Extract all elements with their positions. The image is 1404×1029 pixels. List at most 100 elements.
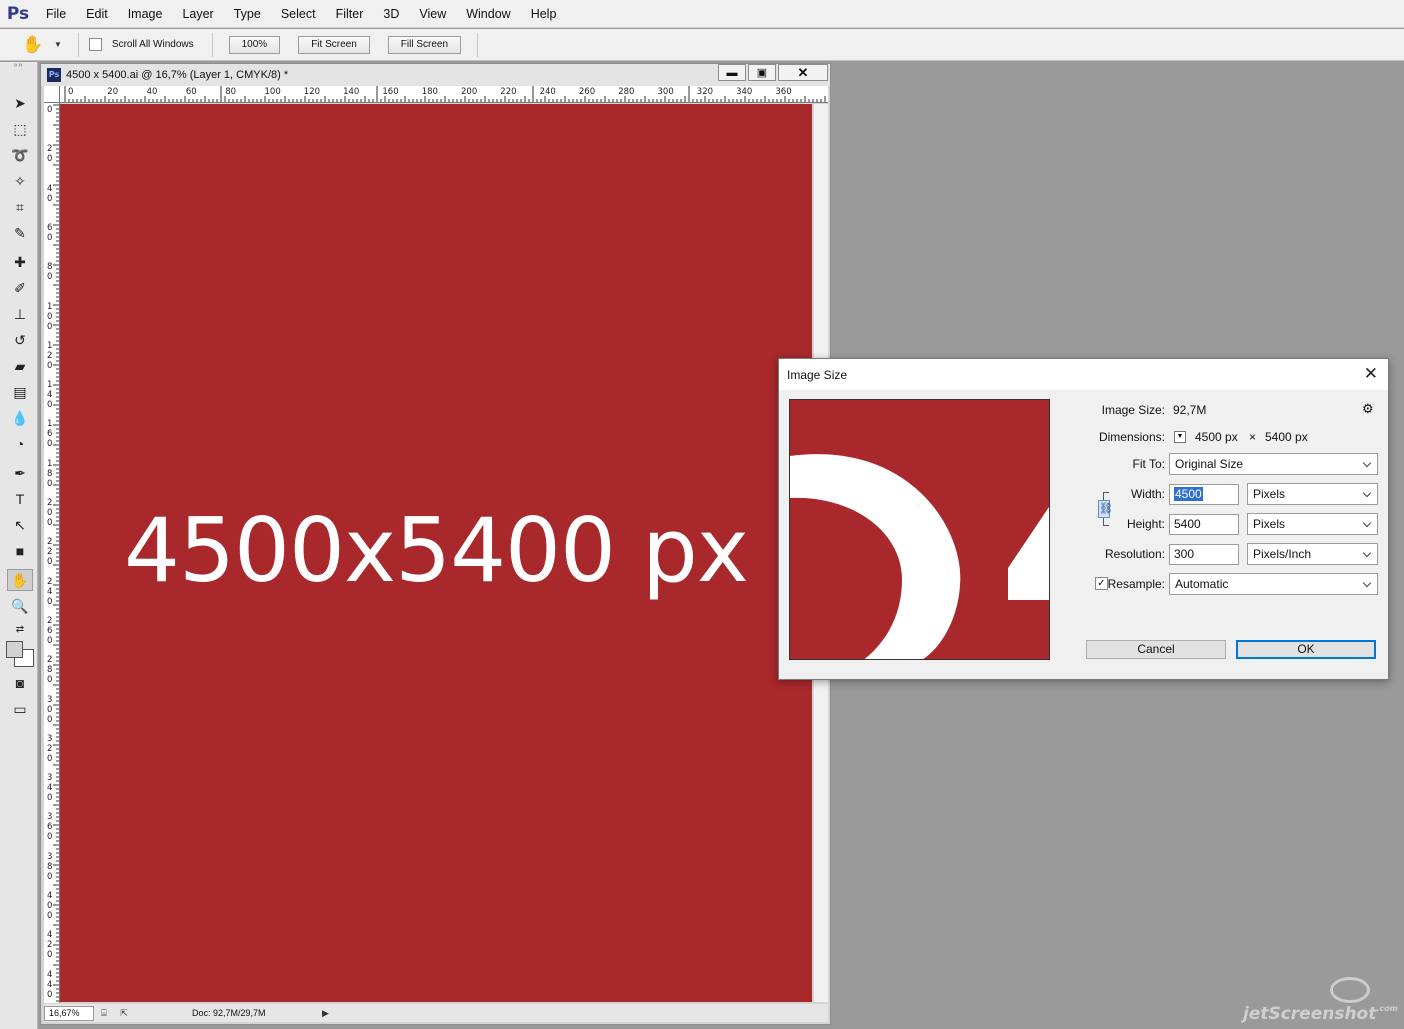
status-options-icon[interactable]: ⌸: [94, 1008, 114, 1019]
ruler-tick-label: 180: [421, 87, 438, 97]
toolbox-grip[interactable]: »»: [0, 62, 37, 72]
blur-tool-icon[interactable]: 💧: [7, 407, 33, 429]
menu-item-filter[interactable]: Filter: [326, 7, 374, 21]
lasso-tool-icon[interactable]: ➰: [7, 144, 33, 166]
ruler-tick-label: 2 6 0: [47, 615, 53, 646]
ruler-tick-label: 320: [696, 87, 714, 97]
ruler-tick-label: 2 8 0: [47, 655, 53, 686]
menu-item-edit[interactable]: Edit: [76, 7, 118, 21]
fill-screen-button[interactable]: Fill Screen: [387, 35, 462, 54]
ruler-tick-label: 8 0: [47, 262, 53, 283]
export-icon[interactable]: ⇱: [114, 1008, 134, 1019]
crop-tool-icon[interactable]: ⌗: [7, 196, 33, 218]
menu-item-help[interactable]: Help: [521, 7, 567, 21]
status-menu-arrow-icon[interactable]: ▶: [322, 1008, 329, 1019]
ruler-tick-label: 60: [185, 87, 197, 97]
zoom-tool-icon[interactable]: 🔍: [7, 595, 33, 617]
menu-item-layer[interactable]: Layer: [172, 7, 223, 21]
ruler-origin[interactable]: [44, 86, 60, 103]
image-preview[interactable]: [789, 399, 1050, 660]
height-label: Height:: [1126, 517, 1165, 531]
watermark: jetScreenshot.com: [1243, 1004, 1398, 1024]
zoom-level-field[interactable]: 16,67%: [44, 1005, 94, 1021]
gear-icon[interactable]: ⚙: [1362, 401, 1374, 417]
rectangle-tool-icon[interactable]: ■: [7, 540, 33, 562]
menu-item-window[interactable]: Window: [456, 7, 520, 21]
height-unit-select[interactable]: Pixels: [1247, 513, 1378, 535]
magic-wand-tool-icon[interactable]: ✧: [7, 170, 33, 192]
image-size-value: 92,7M: [1173, 403, 1207, 417]
ruler-tick-label: 3 0 0: [47, 694, 53, 725]
ok-button[interactable]: OK: [1236, 640, 1376, 659]
gradient-tool-icon[interactable]: ▤: [7, 381, 33, 403]
dodge-tool-icon[interactable]: ◔: [7, 433, 33, 455]
menu-item-view[interactable]: View: [409, 7, 456, 21]
move-tool-icon[interactable]: ➤: [7, 92, 33, 114]
hand-icon[interactable]: ✋: [18, 33, 48, 57]
ruler-tick-label: 4 4 0: [47, 969, 53, 1000]
separator: [77, 32, 79, 57]
ruler-tick-label: 80: [225, 87, 237, 97]
ruler-vertical[interactable]: 0 2 0 4 0 6 0 8 0 1 0 0 1 2 0 1 4 0 1 6 0 1 8 0 2 …: [44, 103, 60, 1003]
eyedropper-tool-icon[interactable]: ✎: [7, 222, 33, 244]
brush-tool-icon[interactable]: ✐: [7, 277, 33, 299]
cancel-button[interactable]: Cancel: [1086, 640, 1226, 659]
history-brush-tool-icon[interactable]: ↺: [7, 329, 33, 351]
close-button[interactable]: ✕: [778, 64, 828, 81]
dimensions-height: 5400 px: [1265, 430, 1308, 444]
scroll-all-windows-checkbox[interactable]: [88, 38, 102, 51]
menu-item-type[interactable]: Type: [224, 7, 271, 21]
menu-item-file[interactable]: File: [36, 7, 76, 21]
path-selection-tool-icon[interactable]: ↖: [7, 514, 33, 536]
swap-colors-icon[interactable]: ⇄: [7, 618, 33, 640]
zoom-100-button[interactable]: 100%: [228, 35, 281, 54]
ruler-tick-label: 4 0: [47, 183, 53, 204]
menu-item-image[interactable]: Image: [118, 7, 173, 21]
ruler-tick-label: 200: [461, 87, 478, 97]
status-bar: 16,67% ⌸ ⇱ Doc: 92,7M/29,7M ▶: [44, 1004, 828, 1022]
minimize-button[interactable]: ▬: [718, 64, 746, 81]
dialog-titlebar[interactable]: Image Size ✕: [779, 359, 1388, 390]
ruler-tick-label: 3 8 0: [47, 851, 53, 882]
screen-mode-icon[interactable]: ▭: [7, 698, 33, 720]
ruler-tick-label: 6 0: [47, 222, 53, 243]
resolution-input[interactable]: 300: [1169, 544, 1239, 565]
resample-label: Resample:: [1107, 577, 1165, 591]
type-tool-icon[interactable]: T: [7, 488, 33, 510]
pen-tool-icon[interactable]: ✒: [7, 462, 33, 484]
height-input[interactable]: 5400: [1169, 514, 1239, 535]
ruler-tick-label: 20: [107, 87, 119, 97]
width-unit-select[interactable]: Pixels: [1247, 483, 1378, 505]
ruler-horizontal[interactable]: 0 20 40 60 80 100 120 140 160 180 200 220 240 260 280 3…: [60, 86, 828, 103]
document-titlebar[interactable]: Ps 4500 x 5400.ai @ 16,7% (Layer 1, CMYK…: [41, 64, 830, 86]
resolution-unit-select[interactable]: Pixels/Inch: [1247, 543, 1378, 565]
quick-mask-icon[interactable]: ◙: [7, 672, 33, 694]
width-input[interactable]: 4500: [1169, 484, 1239, 505]
maximize-button[interactable]: ▣: [748, 64, 776, 81]
eraser-tool-icon[interactable]: ▰: [7, 355, 33, 377]
document-canvas[interactable]: 4500x5400 px: [60, 104, 812, 1002]
clone-stamp-tool-icon[interactable]: ⊥: [7, 303, 33, 325]
menu-item-3d[interactable]: 3D: [373, 7, 409, 21]
healing-brush-tool-icon[interactable]: ✚: [7, 251, 33, 273]
image-size-dialog: Image Size ✕ Image Size: 92,7M ⚙ Dimensi…: [778, 358, 1389, 680]
dimensions-width: 4500 px: [1195, 430, 1238, 444]
marquee-tool-icon[interactable]: ⬚: [7, 118, 33, 140]
fit-screen-button[interactable]: Fit Screen: [298, 35, 370, 54]
document-title: 4500 x 5400.ai @ 16,7% (Layer 1, CMYK/8)…: [66, 69, 289, 81]
photoshop-logo: Ps: [6, 3, 30, 24]
tool-preset-caret-icon[interactable]: ▼: [54, 40, 62, 49]
dimensions-unit-dropdown-icon[interactable]: ▼: [1174, 431, 1186, 443]
resample-select[interactable]: Automatic: [1169, 573, 1378, 595]
fit-to-select[interactable]: Original Size: [1169, 453, 1378, 475]
document-window: Ps 4500 x 5400.ai @ 16,7% (Layer 1, CMYK…: [40, 63, 831, 1025]
window-controls: ▬ ▣ ✕: [716, 64, 828, 81]
scroll-all-windows-label: Scroll All Windows: [111, 39, 194, 50]
close-icon[interactable]: ✕: [1364, 364, 1378, 384]
ruler-tick-label: 1 0 0: [47, 301, 53, 332]
menu-item-select[interactable]: Select: [271, 7, 326, 21]
ruler-tick-label: 3 6 0: [47, 812, 53, 843]
hand-tool-icon[interactable]: ✋: [7, 569, 33, 591]
foreground-color-swatch[interactable]: [6, 641, 23, 658]
link-icon[interactable]: ⛓: [1098, 500, 1113, 518]
